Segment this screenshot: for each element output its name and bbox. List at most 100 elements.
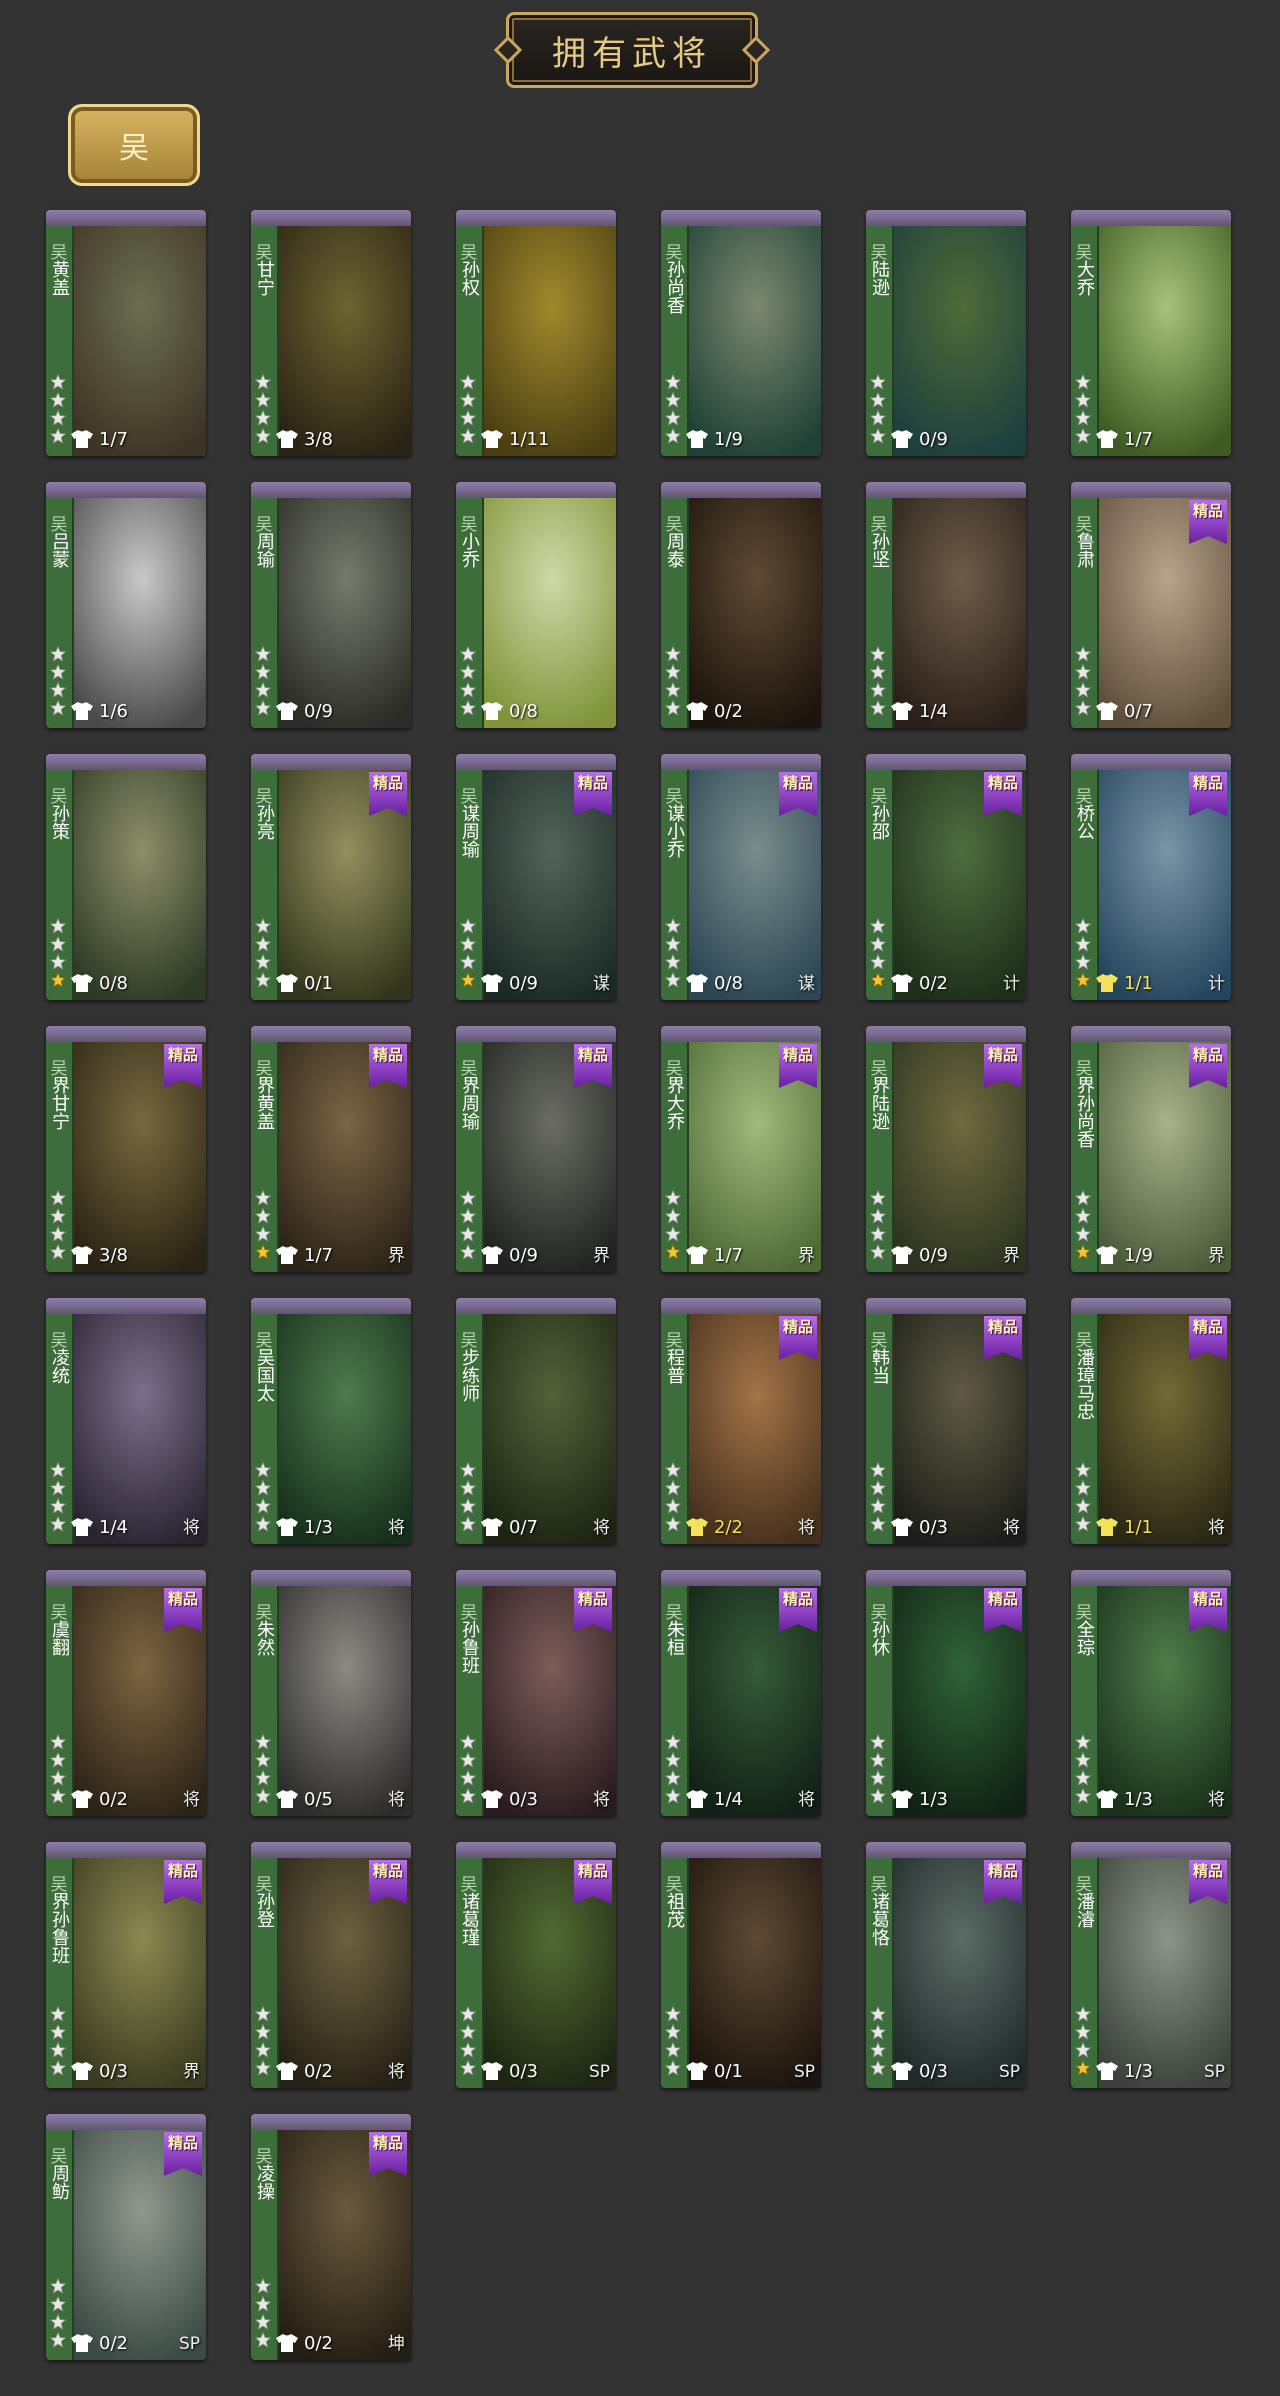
general-card[interactable]: 吴孙登 0/2 将精品 <box>251 1842 411 2088</box>
general-card[interactable]: 吴潘濬 1/3 SP 精品 <box>1071 1842 1231 2088</box>
general-card[interactable]: 吴小乔 0/8 <box>456 482 616 728</box>
star-icon <box>255 1226 271 1242</box>
star-icon <box>870 2024 886 2040</box>
star-icon <box>255 972 271 988</box>
general-card[interactable]: 吴大乔 1/7 <box>1071 210 1231 456</box>
edition-tag: 将 <box>388 2062 405 2082</box>
star-icon <box>1075 700 1091 716</box>
general-card[interactable]: 吴步练师 0/7 将 <box>456 1298 616 1544</box>
general-card[interactable]: 吴潘璋马忠 1/1 将精品 <box>1071 1298 1231 1544</box>
star-icon <box>665 410 681 426</box>
skin-count: 1/3 <box>1124 2060 1153 2082</box>
star-icon <box>1075 374 1091 390</box>
general-card[interactable]: 吴界陆逊 0/9 界精品 <box>866 1026 1026 1272</box>
skin-counter: 0/7 <box>480 1516 538 1538</box>
star-icon <box>255 1770 271 1786</box>
general-card[interactable]: 吴界孙尚香 1/9 界精品 <box>1071 1026 1231 1272</box>
faction-tab-wu[interactable]: 吴 <box>68 104 200 186</box>
general-card[interactable]: 吴鲁肃 0/7 精品 <box>1071 482 1231 728</box>
star-icon <box>870 1480 886 1496</box>
star-icon <box>50 2332 66 2348</box>
general-card[interactable]: 吴孙坚 1/4 <box>866 482 1026 728</box>
star-icon <box>460 682 476 698</box>
general-card[interactable]: 吴诸葛瑾 0/3 SP 精品 <box>456 1842 616 2088</box>
shirt-icon <box>276 1518 298 1536</box>
edition-tag: 将 <box>1208 1518 1225 1538</box>
skin-counter: 0/2 <box>890 972 948 994</box>
general-card[interactable]: 吴界孙鲁班 0/3 界精品 <box>46 1842 206 2088</box>
rarity-stars <box>1075 918 1095 990</box>
skin-counter: 0/3 <box>890 2060 948 2082</box>
general-card[interactable]: 吴陆逊 0/9 <box>866 210 1026 456</box>
star-icon <box>50 374 66 390</box>
skin-count: 1/9 <box>1124 1244 1153 1266</box>
general-name: 甘宁 <box>254 260 275 296</box>
star-icon <box>255 1462 271 1478</box>
rarity-stars <box>665 1734 685 1806</box>
general-card[interactable]: 吴凌操 0/2 坤精品 <box>251 2114 411 2360</box>
shirt-icon <box>71 2062 93 2080</box>
star-icon <box>255 954 271 970</box>
general-card[interactable]: 吴谋周瑜 0/9 谋精品 <box>456 754 616 1000</box>
skin-count: 0/8 <box>714 972 743 994</box>
skin-counter: 0/2 <box>685 700 743 722</box>
general-card[interactable]: 吴朱然 0/5 将 <box>251 1570 411 1816</box>
general-name: 小乔 <box>459 532 480 568</box>
general-card[interactable]: 吴祖茂 0/1 SP <box>661 1842 821 2088</box>
star-icon <box>665 1734 681 1750</box>
general-card[interactable]: 吴韩当 0/3 将精品 <box>866 1298 1026 1544</box>
general-name: 界周瑜 <box>459 1076 480 1130</box>
star-icon <box>1075 1498 1091 1514</box>
general-card[interactable]: 吴孙亮 0/1 精品 <box>251 754 411 1000</box>
general-card[interactable]: 吴吕蒙 1/6 <box>46 482 206 728</box>
general-card[interactable]: 吴桥公 1/1 计精品 <box>1071 754 1231 1000</box>
edition-tag: 界 <box>1003 1246 1020 1266</box>
star-icon <box>665 428 681 444</box>
general-card[interactable]: 吴凌统 1/4 将 <box>46 1298 206 1544</box>
star-icon <box>255 374 271 390</box>
skin-count: 1/4 <box>919 700 948 722</box>
general-card[interactable]: 吴界周瑜 0/9 界精品 <box>456 1026 616 1272</box>
general-card[interactable]: 吴甘宁 3/8 <box>251 210 411 456</box>
skin-counter: 0/9 <box>890 1244 948 1266</box>
general-card[interactable]: 吴朱桓 1/4 将精品 <box>661 1570 821 1816</box>
general-card[interactable]: 吴诸葛恪 0/3 SP 精品 <box>866 1842 1026 2088</box>
rarity-stars <box>665 1190 685 1262</box>
general-card[interactable]: 吴周泰 0/2 <box>661 482 821 728</box>
shirt-icon <box>891 1790 913 1808</box>
star-icon <box>870 392 886 408</box>
skin-count: 0/9 <box>509 972 538 994</box>
general-card[interactable]: 吴全琮 1/3 将精品 <box>1071 1570 1231 1816</box>
general-card[interactable]: 吴界大乔 1/7 界精品 <box>661 1026 821 1272</box>
star-icon <box>1075 664 1091 680</box>
edition-tag: 将 <box>798 1790 815 1810</box>
general-card[interactable]: 吴界甘宁 3/8 精品 <box>46 1026 206 1272</box>
skin-counter: 0/9 <box>480 972 538 994</box>
star-icon <box>665 664 681 680</box>
general-card[interactable]: 吴孙权 1/11 <box>456 210 616 456</box>
skin-counter: 0/8 <box>480 700 538 722</box>
rarity-stars <box>665 2006 685 2078</box>
star-icon <box>50 972 66 988</box>
rarity-stars <box>460 646 480 718</box>
edition-tag: 界 <box>183 2062 200 2082</box>
general-card[interactable]: 吴虞翻 0/2 将精品 <box>46 1570 206 1816</box>
shirt-icon <box>1096 1246 1118 1264</box>
general-card[interactable]: 吴孙休 1/3 精品 <box>866 1570 1026 1816</box>
general-card[interactable]: 吴程普 2/2 将精品 <box>661 1298 821 1544</box>
general-card[interactable]: 吴吴国太 1/3 将 <box>251 1298 411 1544</box>
star-icon <box>255 428 271 444</box>
general-card[interactable]: 吴孙策 0/8 <box>46 754 206 1000</box>
general-card[interactable]: 吴周瑜 0/9 <box>251 482 411 728</box>
shirt-icon <box>891 702 913 720</box>
general-card[interactable]: 吴界黄盖 1/7 界精品 <box>251 1026 411 1272</box>
skin-count: 0/1 <box>304 972 333 994</box>
general-card[interactable]: 吴黄盖 1/7 <box>46 210 206 456</box>
general-card[interactable]: 吴孙尚香 1/9 <box>661 210 821 456</box>
star-icon <box>255 700 271 716</box>
general-card[interactable]: 吴谋小乔 0/8 谋精品 <box>661 754 821 1000</box>
rarity-stars <box>50 1462 70 1534</box>
general-card[interactable]: 吴周鲂 0/2 SP 精品 <box>46 2114 206 2360</box>
general-card[interactable]: 吴孙鲁班 0/3 将精品 <box>456 1570 616 1816</box>
general-card[interactable]: 吴孙邵 0/2 计精品 <box>866 754 1026 1000</box>
